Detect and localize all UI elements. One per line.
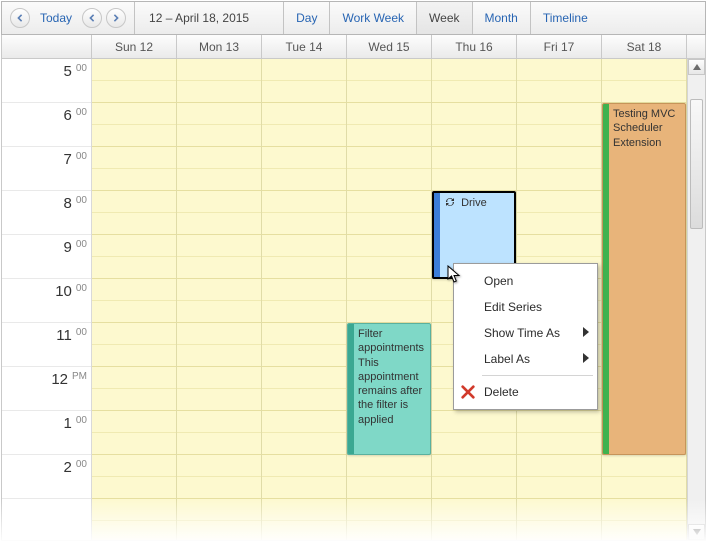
appointment-filter[interactable]: Filter appointments This appointment rem… [347,323,431,455]
menu-edit-series[interactable]: Edit Series [454,294,597,320]
day-header-wed[interactable]: Wed 15 [347,35,432,58]
recurrence-icon [444,196,456,212]
nav-next-button[interactable] [106,8,126,28]
menu-label: Label As [484,352,530,366]
day-header-mon[interactable]: Mon 13 [177,35,262,58]
hour-major: 1 [64,415,72,432]
hour-11: 11 00 [2,323,91,367]
date-range-group: 12 – April 18, 2015 [135,2,284,34]
view-day[interactable]: Day [284,2,330,34]
hour-10: 10 00 [2,279,91,323]
view-timeline[interactable]: Timeline [531,2,600,34]
hour-minor: 00 [76,195,87,206]
menu-label: Delete [484,385,519,399]
view-month[interactable]: Month [473,2,531,34]
col-wed[interactable]: Filter appointments This appointment rem… [347,59,432,540]
context-menu: Open Edit Series Show Time As Label As D… [453,263,598,410]
col-sat[interactable]: Testing MVC Scheduler Extension [602,59,687,540]
nav-prev-button[interactable] [82,8,102,28]
today-link[interactable]: Today [34,11,78,25]
menu-label: Edit Series [484,300,542,314]
toolbar: Today 12 – April 18, 2015 Day Work Week … [1,1,706,35]
hour-major: 7 [64,151,72,168]
status-bar [434,193,440,277]
col-mon[interactable] [177,59,262,540]
hour-major: 12 [51,371,68,388]
submenu-arrow-icon [583,326,589,340]
day-header-sat[interactable]: Sat 18 [602,35,687,58]
appointment-title: Testing MVC Scheduler Extension [613,107,681,150]
date-range-label: 12 – April 18, 2015 [143,11,275,25]
hour-minor: 00 [76,283,87,294]
hour-minor: 00 [76,327,87,338]
menu-label-as[interactable]: Label As [454,346,597,372]
appointment-testing[interactable]: Testing MVC Scheduler Extension [602,103,686,455]
hour-9: 9 00 [2,235,91,279]
hour-minor: 00 [76,415,87,426]
delete-icon [460,384,476,400]
submenu-arrow-icon [583,352,589,366]
hour-1: 1 00 [2,411,91,455]
hour-12: 12 PM [2,367,91,411]
hour-major: 8 [64,195,72,212]
status-bar [603,104,609,454]
menu-open[interactable]: Open [454,268,597,294]
hour-major: 6 [64,107,72,124]
view-work-week[interactable]: Work Week [330,2,417,34]
day-header-thu[interactable]: Thu 16 [432,35,517,58]
hour-minor: 00 [76,459,87,470]
hour-8: 8 00 [2,191,91,235]
hour-major: 10 [55,283,72,300]
hour-major: 11 [56,327,72,344]
status-bar [348,324,354,454]
hour-major: 2 [64,459,72,476]
day-header-row: Sun 12 Mon 13 Tue 14 Wed 15 Thu 16 Fri 1… [1,35,706,59]
hour-2: 2 00 [2,455,91,499]
hour-minor: 00 [76,63,87,74]
menu-delete[interactable]: Delete [454,379,597,405]
day-header-sun[interactable]: Sun 12 [92,35,177,58]
hour-5: 5 00 [2,59,91,103]
menu-separator [482,375,593,376]
time-grid: 5 00 6 00 7 00 8 00 9 00 10 00 11 00 12 PM 1 00 2… [1,59,706,541]
appointment-title: Filter appointments [358,327,426,356]
hour-minor: 00 [76,239,87,250]
scroll-up-button[interactable] [688,59,705,75]
vertical-scrollbar[interactable] [687,59,705,540]
hour-6: 6 00 [2,103,91,147]
hour-major: 9 [64,239,72,256]
hour-7: 7 00 [2,147,91,191]
hour-minor: 00 [76,107,87,118]
nav-group: Today [2,2,135,34]
hour-minor: PM [72,371,87,382]
appointment-body: This appointment remains after the filte… [358,356,426,427]
appointment-title: Drive [461,197,487,209]
menu-label: Show Time As [484,326,560,340]
col-tue[interactable] [262,59,347,540]
nav-back-button[interactable] [10,8,30,28]
hour-minor: 00 [76,151,87,162]
scroll-down-button[interactable] [688,524,705,540]
day-header-tue[interactable]: Tue 14 [262,35,347,58]
scroll-header-spacer [687,35,705,58]
scroll-thumb[interactable] [690,99,703,229]
day-header-fri[interactable]: Fri 17 [517,35,602,58]
hour-major: 5 [64,63,72,80]
menu-label: Open [484,274,513,288]
time-gutter: 5 00 6 00 7 00 8 00 9 00 10 00 11 00 12 PM 1 00 2… [2,59,92,540]
view-week[interactable]: Week [417,2,472,34]
time-gutter-header [2,35,92,58]
scheduler-frame: Today 12 – April 18, 2015 Day Work Week … [0,0,707,542]
menu-show-time-as[interactable]: Show Time As [454,320,597,346]
col-sun[interactable] [92,59,177,540]
